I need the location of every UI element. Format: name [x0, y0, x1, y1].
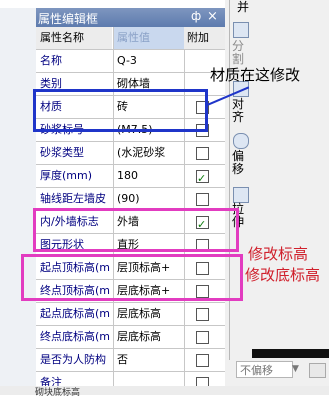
extra-checkbox[interactable]	[196, 193, 209, 206]
table-row[interactable]: 名称 Q-3	[36, 50, 225, 73]
property-name: 终点底标高(m	[40, 330, 111, 343]
property-panel: 属性编辑框 ф × 属性名称 属性值 附加 名称 Q-3 类别 砌体墙 材质 砖…	[0, 8, 226, 395]
header-extra: 附加	[184, 27, 225, 49]
property-name: 名称	[40, 54, 62, 67]
material-note: 材质在这修改	[210, 66, 301, 84]
property-name: 是否为人防构	[40, 353, 106, 366]
merge-fragment[interactable]: 并	[231, 1, 255, 14]
property-name: 起点底标高(m	[40, 307, 111, 320]
table-row[interactable]: 终点底标高(m 层底标高	[36, 326, 225, 349]
table-row[interactable]: 厚度(mm) 180	[36, 165, 225, 188]
bottom-elevation-note: 修改底标高	[245, 266, 321, 284]
bottom-elevation-highlight-box	[21, 254, 243, 301]
extra-checkbox[interactable]	[196, 331, 209, 344]
property-name: 砂浆类型	[40, 146, 84, 159]
property-name: 轴线距左墙皮	[40, 192, 106, 205]
header-name: 属性名称	[36, 27, 112, 49]
extra-checkbox[interactable]	[196, 354, 209, 367]
property-value[interactable]: 180	[114, 165, 184, 187]
top-elevation-highlight-box	[33, 208, 239, 252]
property-value[interactable]: (90)	[114, 188, 184, 210]
left-strip	[0, 8, 36, 395]
align-button[interactable]: 对齐	[232, 98, 244, 124]
offset-icon	[233, 133, 249, 149]
table-row[interactable]: 起点底标高(m 层底标高	[36, 303, 225, 326]
toolbar-divider	[229, 0, 230, 360]
property-value[interactable]: (水泥砂浆	[114, 142, 184, 164]
black-bar	[252, 349, 329, 358]
table-row[interactable]: 是否为人防构 否	[36, 349, 225, 372]
extra-checkbox[interactable]	[196, 168, 209, 187]
status-text: 砌块底标高	[35, 388, 81, 398]
offset-button[interactable]: 偏移	[232, 150, 244, 176]
mini-button[interactable]	[309, 363, 326, 378]
chevron-down-icon[interactable]: ▼	[292, 361, 304, 378]
stretch-icon	[233, 187, 249, 203]
property-name: 厚度(mm)	[40, 169, 93, 182]
property-value[interactable]: 层底标高	[114, 326, 184, 348]
right-toolbar: 并 分割 对齐 偏移 拉伸	[225, 0, 329, 395]
split-icon	[233, 22, 249, 38]
table-row[interactable]: 砂浆类型 (水泥砂浆	[36, 142, 225, 165]
offset-combo[interactable]: 不偏移	[236, 361, 293, 378]
panel-title-bar[interactable]: 属性编辑框 ф ×	[36, 8, 225, 27]
property-value[interactable]: 否	[114, 349, 184, 371]
panel-title: 属性编辑框	[38, 12, 99, 26]
material-highlight-box	[33, 89, 208, 132]
property-value[interactable]: Q-3	[114, 50, 184, 72]
property-value[interactable]: 层底标高	[114, 303, 184, 325]
grid-header: 属性名称 属性值 附加	[36, 27, 225, 50]
extra-checkbox[interactable]	[196, 308, 209, 321]
pin-icon[interactable]: ф	[191, 9, 205, 25]
close-icon[interactable]: ×	[207, 9, 221, 25]
header-value: 属性值	[114, 27, 184, 49]
extra-checkbox[interactable]	[196, 147, 209, 160]
top-elevation-note: 修改标高	[248, 245, 309, 263]
split-button[interactable]: 分割	[232, 40, 244, 66]
